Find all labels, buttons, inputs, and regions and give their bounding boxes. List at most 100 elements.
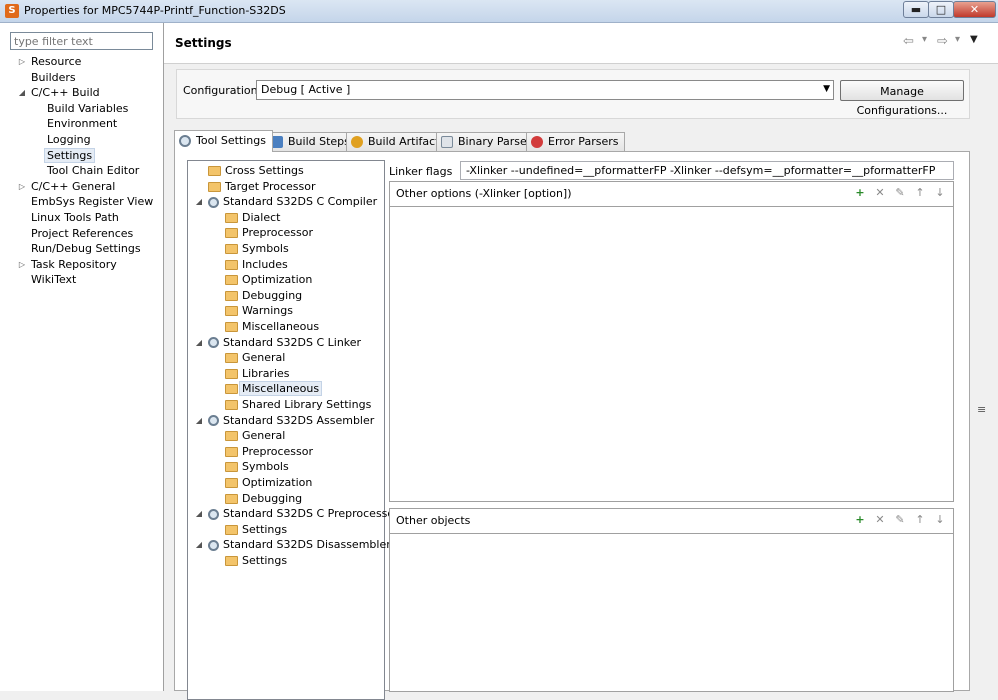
list-toolbar: + ✕ ✎ ↑ ↓ <box>847 513 947 527</box>
collapse-icon[interactable]: ◢ <box>194 413 204 428</box>
nav-item-wikitext[interactable]: WikiText <box>31 272 76 287</box>
tab-build-steps[interactable]: Build Steps <box>266 132 357 151</box>
tree-item-disassembler[interactable]: ◢ Standard S32DS Disassembler <box>196 537 391 552</box>
tab-error-parsers[interactable]: Error Parsers <box>526 132 626 151</box>
nav-item-linux-tools-path[interactable]: Linux Tools Path <box>31 210 119 225</box>
list-toolbar: + ✕ ✎ ↑ ↓ <box>847 186 947 200</box>
move-down-icon[interactable]: ↓ <box>933 513 947 527</box>
tab-tool-settings[interactable]: Tool Settings <box>174 130 273 152</box>
tree-item-linker-general[interactable]: General <box>225 350 285 365</box>
nav-item-cpp-build[interactable]: ◢ C/C++ Build <box>19 85 100 100</box>
collapse-icon[interactable]: ◢ <box>194 537 204 552</box>
manage-configurations-button[interactable]: Manage Configurations... <box>840 80 964 117</box>
folder-icon <box>225 290 238 301</box>
collapse-icon[interactable]: ◢ <box>194 194 204 209</box>
gear-icon <box>208 508 219 520</box>
delete-icon[interactable]: ✕ <box>873 513 887 527</box>
tree-item-compiler-debugging[interactable]: Debugging <box>225 288 302 303</box>
folder-icon <box>225 228 238 239</box>
nav-item-environment[interactable]: Environment <box>47 116 117 131</box>
maximize-button[interactable]: □ <box>928 1 954 18</box>
tree-item-assembler-general[interactable]: General <box>225 428 285 443</box>
property-page-panel: Settings ⇦ ▾ ⇨ ▾ ▼ Configuration: Debug … <box>164 23 998 700</box>
tree-item-warnings[interactable]: Warnings <box>225 303 293 318</box>
back-arrow-icon[interactable]: ⇦ <box>903 34 914 49</box>
tree-item-libraries[interactable]: Libraries <box>225 366 290 381</box>
move-up-icon[interactable]: ↑ <box>913 186 927 200</box>
other-objects-header: Other objects + ✕ ✎ ↑ ↓ <box>390 509 953 534</box>
configuration-select[interactable]: Debug [ Active ] ▼ <box>256 80 834 100</box>
folder-icon <box>225 244 238 254</box>
tree-item-assembler-preprocessor[interactable]: Preprocessor <box>225 444 313 459</box>
tree-item-compiler-symbols[interactable]: Symbols <box>225 241 289 256</box>
add-icon[interactable]: + <box>853 513 867 527</box>
tree-item-cross-settings[interactable]: Cross Settings <box>208 163 304 178</box>
edit-icon[interactable]: ✎ <box>893 513 907 527</box>
filter-input[interactable] <box>10 32 153 50</box>
move-down-icon[interactable]: ↓ <box>933 186 947 200</box>
add-icon[interactable]: + <box>853 186 867 200</box>
dropdown-arrow-icon: ▼ <box>823 84 830 94</box>
tree-item-preprocessor-settings[interactable]: Settings <box>225 522 287 537</box>
tree-item-linker-miscellaneous[interactable]: Miscellaneous <box>225 381 323 397</box>
nav-item-run-debug-settings[interactable]: Run/Debug Settings <box>31 241 141 256</box>
window-title-bar: S Properties for MPC5744P-Printf_Functio… <box>0 0 998 23</box>
nav-item-builders[interactable]: Builders <box>31 70 76 85</box>
move-up-icon[interactable]: ↑ <box>913 513 927 527</box>
close-button[interactable]: ✕ <box>953 1 996 18</box>
tree-item-includes[interactable]: Includes <box>225 257 288 272</box>
folder-icon <box>225 478 238 488</box>
view-menu-icon[interactable]: ▼ <box>970 34 978 45</box>
tree-item-dialect[interactable]: Dialect <box>225 210 280 225</box>
folder-icon <box>225 368 238 379</box>
other-options-list[interactable]: Other options (-Xlinker [option]) + ✕ ✎ ↑ ↓ <box>389 181 954 502</box>
tree-item-assembler-optimization[interactable]: Optimization <box>225 475 312 490</box>
minimize-button[interactable]: ▬ <box>903 1 929 18</box>
collapse-icon[interactable]: ◢ <box>194 506 204 521</box>
forward-arrow-icon[interactable]: ⇨ <box>937 34 948 49</box>
nav-item-build-variables[interactable]: Build Variables <box>47 101 128 116</box>
tree-item-target-processor[interactable]: Target Processor <box>208 179 316 194</box>
tool-settings-tree: Cross Settings Target Processor ◢ Standar… <box>187 160 399 700</box>
chevron-down-icon[interactable]: ▾ <box>955 34 960 45</box>
tree-item-c-linker[interactable]: ◢ Standard S32DS C Linker <box>196 335 361 350</box>
tree-item-disassembler-settings[interactable]: Settings <box>225 553 287 568</box>
linker-flags-input[interactable]: -Xlinker --undefined=__pformatterFP -Xli… <box>460 161 954 180</box>
nav-item-task-repository[interactable]: ▷ Task Repository <box>19 257 117 272</box>
other-options-header: Other options (-Xlinker [option]) + ✕ ✎ ↑ ↓ <box>390 182 953 207</box>
folder-icon <box>225 431 238 442</box>
delete-icon[interactable]: ✕ <box>873 186 887 200</box>
build-artifact-icon <box>351 136 363 148</box>
chevron-down-icon[interactable]: ▾ <box>922 34 927 45</box>
collapse-icon[interactable]: ◢ <box>194 335 204 350</box>
configuration-value: Debug [ Active ] <box>261 83 351 96</box>
folder-icon <box>208 166 221 176</box>
gear-icon <box>208 337 219 349</box>
tree-item-shared-library-settings[interactable]: Shared Library Settings <box>225 397 371 412</box>
folder-icon <box>225 306 238 317</box>
expand-icon[interactable]: ▷ <box>17 257 27 272</box>
tree-item-compiler-preprocessor[interactable]: Preprocessor <box>225 225 313 240</box>
tree-item-assembler[interactable]: ◢ Standard S32DS Assembler <box>196 413 374 428</box>
scroll-grip-icon[interactable]: ≡ <box>977 403 986 416</box>
nav-item-tool-chain-editor[interactable]: Tool Chain Editor <box>47 163 139 178</box>
nav-item-embsys-register-view[interactable]: EmbSys Register View <box>31 194 153 209</box>
tree-item-assembler-symbols[interactable]: Symbols <box>225 459 289 474</box>
edit-icon[interactable]: ✎ <box>893 186 907 200</box>
expand-icon[interactable]: ▷ <box>17 54 27 69</box>
tree-item-assembler-debugging[interactable]: Debugging <box>225 491 302 506</box>
tree-item-compiler-optimization[interactable]: Optimization <box>225 272 312 287</box>
expand-icon[interactable]: ▷ <box>17 179 27 194</box>
tree-item-compiler-miscellaneous[interactable]: Miscellaneous <box>225 319 319 334</box>
nav-item-settings[interactable]: Settings <box>44 147 96 163</box>
other-objects-list[interactable]: Other objects + ✕ ✎ ↑ ↓ <box>389 508 954 692</box>
nav-item-resource[interactable]: ▷ Resource <box>19 54 82 69</box>
binary-parsers-icon <box>441 136 453 148</box>
nav-item-logging[interactable]: Logging <box>47 132 91 147</box>
tree-item-c-preprocessor[interactable]: ◢ Standard S32DS C Preprocessor <box>196 506 399 521</box>
tab-build-artifact[interactable]: Build Artifact <box>346 132 447 151</box>
tree-item-c-compiler[interactable]: ◢ Standard S32DS C Compiler <box>196 194 377 209</box>
collapse-icon[interactable]: ◢ <box>17 85 27 100</box>
nav-item-project-references[interactable]: Project References <box>31 226 133 241</box>
nav-item-cpp-general[interactable]: ▷ C/C++ General <box>19 179 115 194</box>
